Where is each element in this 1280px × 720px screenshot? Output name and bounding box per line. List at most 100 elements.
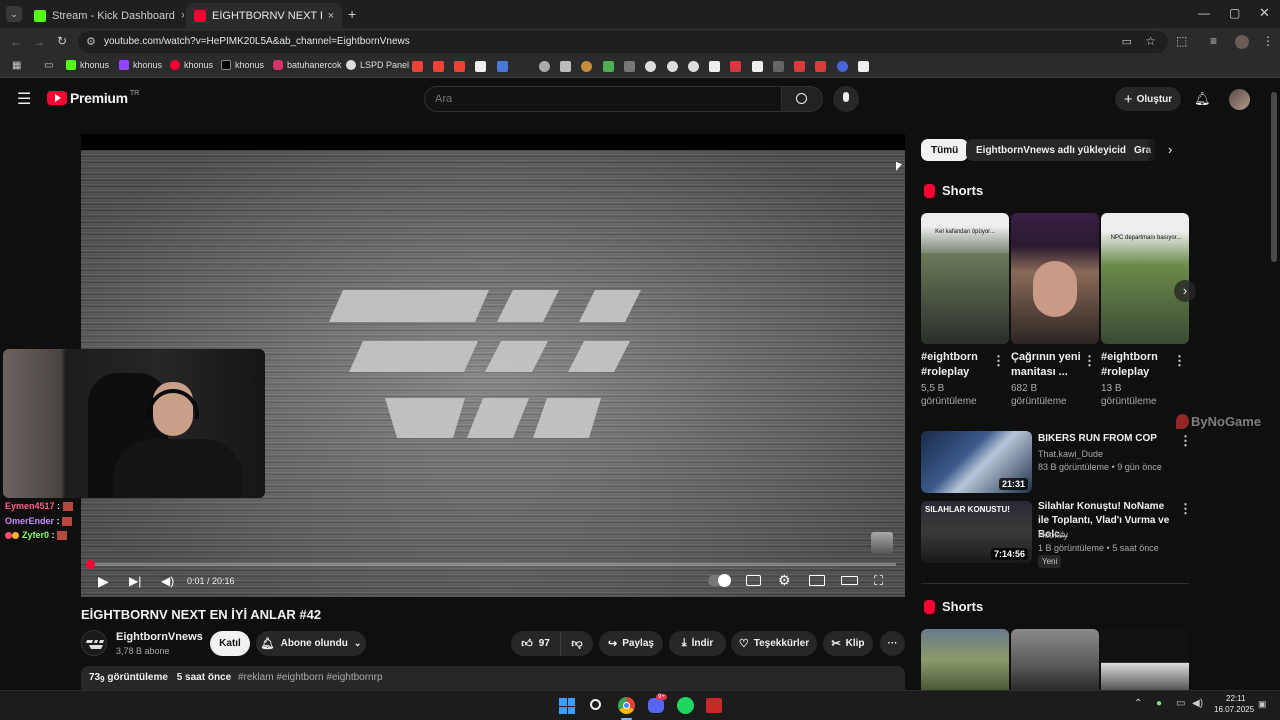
- forward-icon[interactable]: →: [33, 36, 45, 48]
- menu-icon[interactable]: ☰: [17, 92, 31, 108]
- account-avatar[interactable]: [1229, 89, 1250, 110]
- join-button[interactable]: Katıl: [210, 631, 250, 656]
- short-title[interactable]: #eightborn #roleplay: [1101, 350, 1179, 380]
- back-icon[interactable]: ←: [10, 36, 22, 48]
- chevron-up-icon[interactable]: ⌃: [1134, 699, 1142, 709]
- bookmark-icon[interactable]: [752, 61, 763, 72]
- thanks-button[interactable]: ♡ Teşekkürler: [731, 631, 817, 656]
- fullscreen-icon[interactable]: ⛶: [874, 574, 883, 587]
- apps-grid-icon[interactable]: ▦: [12, 61, 21, 71]
- search-button[interactable]: [781, 86, 823, 112]
- tab-kick-dashboard[interactable]: Stream - Kick Dashboard ×: [26, 3, 184, 28]
- channel-name[interactable]: EightbornVnews: [116, 631, 203, 643]
- more-vertical-icon[interactable]: ⋮: [992, 353, 1005, 369]
- chip-from-uploader[interactable]: EightbornVnews adlı yükleyiciden: [966, 139, 1148, 161]
- short-thumbnail[interactable]: Kel kafandan öpüyor...: [921, 213, 1009, 344]
- voice-search-button[interactable]: [833, 86, 859, 112]
- short-thumbnail[interactable]: [1011, 629, 1099, 690]
- bookmark-lspd[interactable]: LSPD Panel: [346, 60, 409, 70]
- bookmark-icon[interactable]: [667, 61, 678, 72]
- gmail-icon[interactable]: [454, 61, 465, 72]
- extensions-icon[interactable]: ⬚: [1176, 35, 1187, 47]
- volume-icon[interactable]: ◀): [161, 575, 174, 587]
- like-button[interactable]: 👍︎ 97: [511, 631, 561, 656]
- search-icon[interactable]: [590, 699, 601, 710]
- close-icon[interactable]: ×: [175, 10, 184, 22]
- short-thumbnail[interactable]: [1101, 629, 1189, 690]
- bookmark-icon[interactable]: [645, 61, 656, 72]
- shorts-next-button[interactable]: ›: [1174, 280, 1196, 302]
- tab-search-icon[interactable]: ⌄: [6, 6, 22, 22]
- autoplay-toggle[interactable]: [708, 574, 731, 587]
- site-info-icon[interactable]: ⚙: [86, 35, 96, 48]
- create-button[interactable]: + Oluştur: [1115, 87, 1181, 111]
- bookmark-icon[interactable]: [837, 61, 848, 72]
- bookmark-star-icon[interactable]: ☆: [1145, 34, 1156, 48]
- bookmark-icon[interactable]: [815, 61, 826, 72]
- microphone-icon[interactable]: ●: [1156, 699, 1162, 709]
- short-thumbnail[interactable]: [1011, 213, 1099, 344]
- video-thumbnail[interactable]: SILAHLAR KONUSTU! 7:14:56: [921, 501, 1032, 563]
- more-actions-button[interactable]: ···: [880, 631, 905, 656]
- cast-icon[interactable]: ▭: [1122, 35, 1132, 48]
- description-box[interactable]: 739 görüntüleme 5 saat önce #reklam #eig…: [81, 666, 905, 690]
- bookmark-icon[interactable]: [709, 61, 720, 72]
- bookmark-twitch[interactable]: khonus: [119, 60, 162, 70]
- subscribed-button[interactable]: 🔔︎ Abone olundu ⌄: [256, 631, 366, 656]
- window-close-icon[interactable]: ✕: [1259, 6, 1270, 19]
- notifications-icon[interactable]: ▣: [1258, 700, 1267, 709]
- dislike-button[interactable]: 👎︎: [561, 631, 593, 656]
- clock-date[interactable]: 16.07.2025: [1214, 705, 1254, 714]
- progress-bar[interactable]: [86, 560, 896, 569]
- next-icon[interactable]: ▶|: [129, 575, 141, 587]
- bookmark-icon[interactable]: [794, 61, 805, 72]
- bookmark-icon[interactable]: [688, 61, 699, 72]
- gmail-icon[interactable]: [433, 61, 444, 72]
- video-thumbnail[interactable]: 21:31: [921, 431, 1032, 493]
- chevron-right-icon[interactable]: ›: [1168, 143, 1172, 156]
- maximize-icon[interactable]: ▢: [1229, 7, 1240, 19]
- clock-time[interactable]: 22:11: [1226, 694, 1245, 703]
- video-title[interactable]: BIKERS RUN FROM COP: [1038, 432, 1173, 446]
- bookmark-instagram[interactable]: batuhanercok: [273, 60, 342, 70]
- close-icon[interactable]: ×: [322, 10, 334, 22]
- chip-all[interactable]: Tümü: [921, 139, 969, 161]
- miniplayer-icon[interactable]: [809, 575, 825, 586]
- network-icon[interactable]: ▭: [1176, 699, 1185, 709]
- chip-gaming[interactable]: Gra: [1126, 139, 1158, 161]
- more-vertical-icon[interactable]: ⋮: [1173, 353, 1186, 369]
- more-vertical-icon[interactable]: ⋮: [1179, 433, 1192, 449]
- settings-gear-icon[interactable]: ⚙: [778, 573, 791, 587]
- bookmark-icon[interactable]: [624, 61, 635, 72]
- share-button[interactable]: ↪ Paylaş: [599, 631, 663, 656]
- profile-avatar[interactable]: [1235, 35, 1249, 49]
- channel-avatar[interactable]: [81, 630, 107, 656]
- download-button[interactable]: ⤓ İndir: [669, 631, 726, 656]
- short-title[interactable]: Çağrının yeni manitası ...: [1011, 350, 1089, 380]
- chrome-icon[interactable]: [618, 697, 635, 714]
- bookmark-icon[interactable]: [497, 61, 508, 72]
- globe-icon[interactable]: [539, 61, 550, 72]
- search-input[interactable]: [435, 91, 765, 107]
- youtube-logo[interactable]: Premium TR: [47, 90, 139, 106]
- bookmark-youtube[interactable]: khonus: [170, 60, 213, 70]
- minimize-icon[interactable]: —: [1198, 7, 1210, 19]
- scrubber-handle[interactable]: [86, 560, 95, 569]
- bookmark-icon[interactable]: [581, 61, 592, 72]
- video-channel[interactable]: Hookify: [1038, 530, 1068, 540]
- more-vertical-icon[interactable]: ⋮: [1083, 353, 1096, 369]
- short-thumbnail[interactable]: NPC departmanı basıyor...: [1101, 213, 1189, 344]
- browser-menu-icon[interactable]: ⋮: [1262, 35, 1274, 47]
- folder-icon[interactable]: ▭: [44, 61, 53, 71]
- more-vertical-icon[interactable]: ⋮: [1179, 501, 1192, 517]
- clip-button[interactable]: ✂ Klip: [823, 631, 873, 656]
- bookmark-kick[interactable]: khonus: [66, 60, 109, 70]
- video-channel[interactable]: That.kawi_Dude: [1038, 449, 1103, 459]
- discord-icon[interactable]: [648, 698, 664, 713]
- bookmark-icon[interactable]: [475, 61, 486, 72]
- bookmark-x[interactable]: khonus: [221, 60, 264, 70]
- notifications-bell-icon[interactable]: 🔔︎: [1194, 92, 1211, 105]
- app-icon[interactable]: [706, 698, 722, 713]
- sheet-icon[interactable]: [560, 61, 571, 72]
- bookmark-icon[interactable]: [730, 61, 741, 72]
